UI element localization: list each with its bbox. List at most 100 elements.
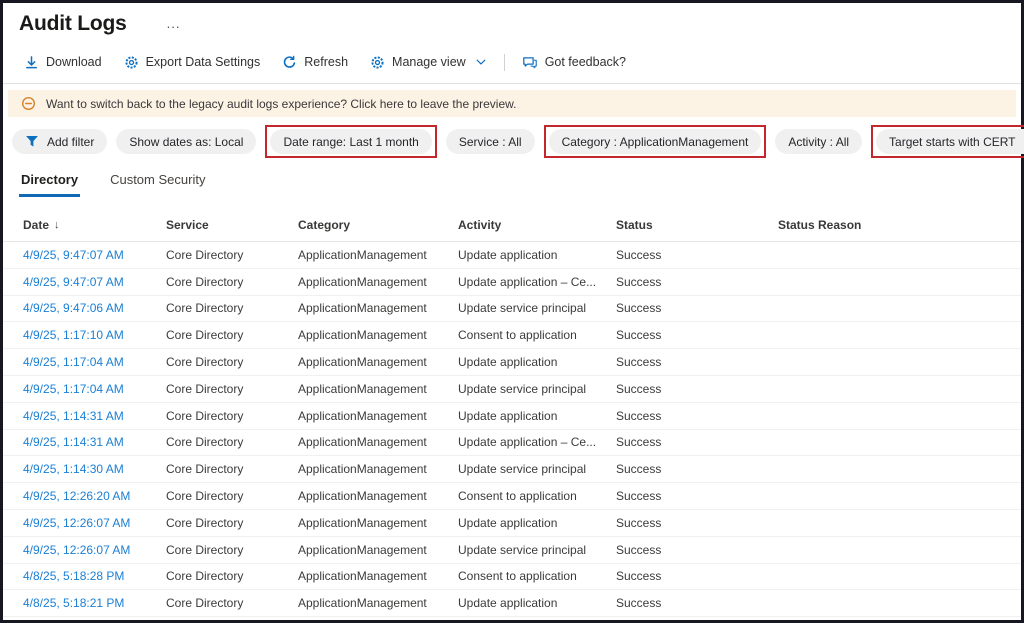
audit-status: Success bbox=[616, 569, 778, 583]
table-row[interactable]: 4/9/25, 1:17:04 AM Core Directory Applic… bbox=[3, 376, 1021, 403]
audit-date-link[interactable]: 4/8/25, 5:18:21 PM bbox=[23, 596, 166, 610]
table-row[interactable]: 4/9/25, 1:14:30 AM Core Directory Applic… bbox=[3, 456, 1021, 483]
more-options-button[interactable]: ... bbox=[163, 19, 185, 29]
audit-category: ApplicationManagement bbox=[298, 301, 458, 315]
audit-category: ApplicationManagement bbox=[298, 248, 458, 262]
pivot-tabs: Directory Custom Security bbox=[19, 168, 1021, 197]
audit-service: Core Directory bbox=[166, 489, 298, 503]
audit-date-link[interactable]: 4/9/25, 1:17:10 AM bbox=[23, 328, 166, 342]
audit-status: Success bbox=[616, 382, 778, 396]
table-row[interactable]: 4/9/25, 1:14:31 AM Core Directory Applic… bbox=[3, 430, 1021, 457]
column-header-category[interactable]: Category bbox=[298, 218, 458, 232]
table-row[interactable]: 4/9/25, 1:17:04 AM Core Directory Applic… bbox=[3, 349, 1021, 376]
gear-icon bbox=[370, 55, 385, 70]
got-feedback-button[interactable]: Got feedback? bbox=[511, 50, 637, 75]
download-button[interactable]: Download bbox=[13, 50, 113, 75]
audit-date-link[interactable]: 4/9/25, 1:14:30 AM bbox=[23, 462, 166, 476]
audit-status: Success bbox=[616, 355, 778, 369]
table-row[interactable]: 4/9/25, 1:14:31 AM Core Directory Applic… bbox=[3, 403, 1021, 430]
audit-date-link[interactable]: 4/8/25, 5:18:28 PM bbox=[23, 569, 166, 583]
audit-date-link[interactable]: 4/9/25, 1:17:04 AM bbox=[23, 355, 166, 369]
export-data-settings-button[interactable]: Export Data Settings bbox=[113, 50, 272, 75]
audit-category: ApplicationManagement bbox=[298, 489, 458, 503]
audit-activity: Update application – Ce... bbox=[458, 435, 616, 449]
filter-pill-label: Show dates as: Local bbox=[129, 135, 243, 149]
filter-funnel-icon bbox=[25, 135, 39, 148]
blocked-circle-icon bbox=[21, 96, 36, 111]
audit-activity: Update service principal bbox=[458, 462, 616, 476]
column-label: Date bbox=[23, 218, 49, 232]
filter-pill-date-range[interactable]: Date range: Last 1 month bbox=[270, 129, 431, 154]
audit-activity: Update application bbox=[458, 355, 616, 369]
audit-service: Core Directory bbox=[166, 462, 298, 476]
toolbar-separator bbox=[3, 83, 1021, 84]
audit-activity: Update application – Ce... bbox=[458, 275, 616, 289]
filter-pill-target[interactable]: Target starts with CERT ✕ bbox=[876, 129, 1024, 154]
page-title: Audit Logs bbox=[19, 12, 127, 36]
table-row[interactable]: 4/9/25, 12:26:07 AM Core Directory Appli… bbox=[3, 510, 1021, 537]
audit-date-link[interactable]: 4/9/25, 9:47:07 AM bbox=[23, 248, 166, 262]
filter-pill-show-dates[interactable]: Show dates as: Local bbox=[116, 129, 256, 154]
export-data-settings-label: Export Data Settings bbox=[146, 55, 261, 69]
audit-category: ApplicationManagement bbox=[298, 596, 458, 610]
annotation-box-target: Target starts with CERT ✕ bbox=[871, 125, 1024, 158]
filter-pill-service[interactable]: Service : All bbox=[446, 129, 535, 154]
manage-view-button[interactable]: Manage view bbox=[359, 50, 498, 75]
audit-status: Success bbox=[616, 248, 778, 262]
table-row[interactable]: 4/9/25, 1:17:10 AM Core Directory Applic… bbox=[3, 322, 1021, 349]
column-header-date[interactable]: Date ↓ bbox=[23, 218, 166, 232]
audit-date-link[interactable]: 4/9/25, 9:47:06 AM bbox=[23, 301, 166, 315]
add-filter-button[interactable]: Add filter bbox=[12, 129, 107, 154]
tab-directory[interactable]: Directory bbox=[19, 168, 80, 197]
audit-category: ApplicationManagement bbox=[298, 435, 458, 449]
table-row[interactable]: 4/8/25, 5:18:21 PM Core Directory Applic… bbox=[3, 590, 1021, 617]
audit-category: ApplicationManagement bbox=[298, 275, 458, 289]
column-header-activity[interactable]: Activity bbox=[458, 218, 616, 232]
refresh-button[interactable]: Refresh bbox=[271, 50, 359, 75]
audit-category: ApplicationManagement bbox=[298, 543, 458, 557]
download-label: Download bbox=[46, 55, 102, 69]
audit-service: Core Directory bbox=[166, 409, 298, 423]
legacy-preview-banner[interactable]: Want to switch back to the legacy audit … bbox=[8, 90, 1016, 117]
audit-date-link[interactable]: 4/9/25, 1:17:04 AM bbox=[23, 382, 166, 396]
audit-date-link[interactable]: 4/9/25, 1:14:31 AM bbox=[23, 435, 166, 449]
audit-date-link[interactable]: 4/9/25, 12:26:20 AM bbox=[23, 489, 166, 503]
table-row[interactable]: 4/9/25, 12:26:20 AM Core Directory Appli… bbox=[3, 483, 1021, 510]
filter-bar: Add filter Show dates as: Local Date ran… bbox=[12, 125, 1021, 158]
audit-activity: Update application bbox=[458, 596, 616, 610]
column-header-status-reason[interactable]: Status Reason bbox=[778, 218, 1015, 232]
audit-status: Success bbox=[616, 328, 778, 342]
table-row[interactable]: 4/9/25, 9:47:07 AM Core Directory Applic… bbox=[3, 242, 1021, 269]
audit-category: ApplicationManagement bbox=[298, 355, 458, 369]
filter-pill-category[interactable]: Category : ApplicationManagement bbox=[549, 129, 762, 154]
manage-view-label: Manage view bbox=[392, 55, 466, 69]
table-body: 4/9/25, 9:47:07 AM Core Directory Applic… bbox=[3, 242, 1021, 617]
table-row[interactable]: 4/9/25, 9:47:06 AM Core Directory Applic… bbox=[3, 296, 1021, 323]
audit-date-link[interactable]: 4/9/25, 12:26:07 AM bbox=[23, 543, 166, 557]
table-row[interactable]: 4/9/25, 12:26:07 AM Core Directory Appli… bbox=[3, 537, 1021, 564]
filter-pill-label: Target starts with CERT bbox=[889, 135, 1015, 149]
chevron-down-icon bbox=[475, 56, 487, 68]
feedback-icon bbox=[522, 55, 538, 70]
table-row[interactable]: 4/8/25, 5:18:28 PM Core Directory Applic… bbox=[3, 564, 1021, 591]
column-header-status[interactable]: Status bbox=[616, 218, 778, 232]
audit-category: ApplicationManagement bbox=[298, 462, 458, 476]
column-header-service[interactable]: Service bbox=[166, 218, 298, 232]
table-row[interactable]: 4/9/25, 9:47:07 AM Core Directory Applic… bbox=[3, 269, 1021, 296]
gear-icon bbox=[124, 55, 139, 70]
audit-date-link[interactable]: 4/9/25, 9:47:07 AM bbox=[23, 275, 166, 289]
filter-pill-activity[interactable]: Activity : All bbox=[775, 129, 862, 154]
audit-activity: Consent to application bbox=[458, 489, 616, 503]
audit-date-link[interactable]: 4/9/25, 12:26:07 AM bbox=[23, 516, 166, 530]
audit-date-link[interactable]: 4/9/25, 1:14:31 AM bbox=[23, 409, 166, 423]
audit-service: Core Directory bbox=[166, 248, 298, 262]
audit-service: Core Directory bbox=[166, 328, 298, 342]
download-icon bbox=[24, 55, 39, 70]
audit-status: Success bbox=[616, 596, 778, 610]
audit-service: Core Directory bbox=[166, 275, 298, 289]
audit-service: Core Directory bbox=[166, 543, 298, 557]
audit-status: Success bbox=[616, 435, 778, 449]
audit-service: Core Directory bbox=[166, 516, 298, 530]
tab-custom-security[interactable]: Custom Security bbox=[108, 168, 207, 197]
audit-activity: Update service principal bbox=[458, 543, 616, 557]
